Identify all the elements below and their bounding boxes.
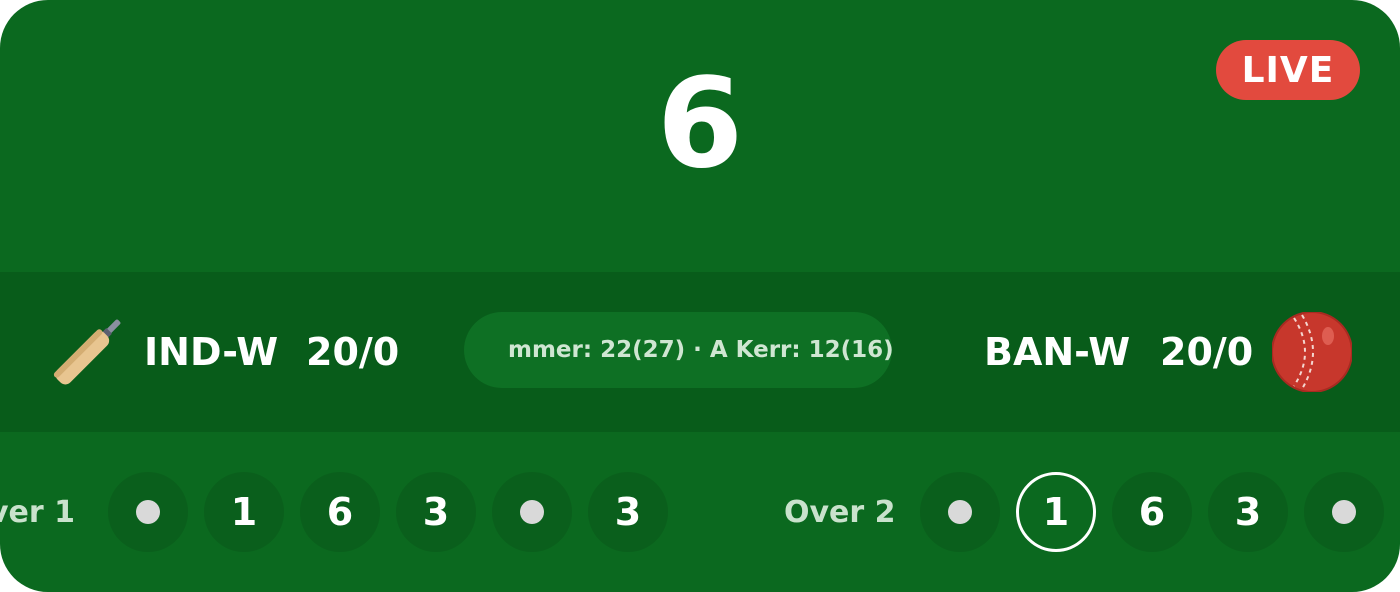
dot-ball-icon	[136, 500, 160, 524]
ball-chip: 1	[1016, 472, 1096, 552]
over-1-label: Over 1	[0, 495, 75, 530]
over-2-label: Over 2	[784, 495, 896, 530]
batting-team-name: IND-W	[144, 330, 279, 374]
ball-chip: 6	[300, 472, 380, 552]
dot-ball-icon	[948, 500, 972, 524]
ball-chip	[1304, 472, 1384, 552]
ball-chip	[108, 472, 188, 552]
dot-ball-icon	[520, 500, 544, 524]
ball-chip	[920, 472, 1000, 552]
ball-chip: 3	[396, 472, 476, 552]
scoreboard-card: 6 LIVE IND-W 20/0 mmer: 22(27) · A Kerr:…	[0, 0, 1400, 592]
bowling-team-score: 20/0	[1160, 330, 1254, 374]
batters-ticker: mmer: 22(27) · A Kerr: 12(16)	[464, 312, 892, 388]
ball-chip: 3	[588, 472, 668, 552]
ball-chip: 3	[1208, 472, 1288, 552]
ball-chip: 6	[1112, 472, 1192, 552]
live-badge: LIVE	[1216, 40, 1360, 100]
dot-ball-icon	[1332, 500, 1356, 524]
batters-ticker-text: mmer: 22(27) · A Kerr: 12(16)	[508, 337, 892, 363]
ball-chip: 1	[204, 472, 284, 552]
last-ball-score: 6	[656, 52, 744, 196]
cricket-ball-icon	[1272, 312, 1352, 392]
ball-chip	[492, 472, 572, 552]
batting-team-score: 20/0	[306, 330, 400, 374]
bowling-team-name: BAN-W	[984, 330, 1131, 374]
cricket-bat-icon	[53, 319, 121, 385]
